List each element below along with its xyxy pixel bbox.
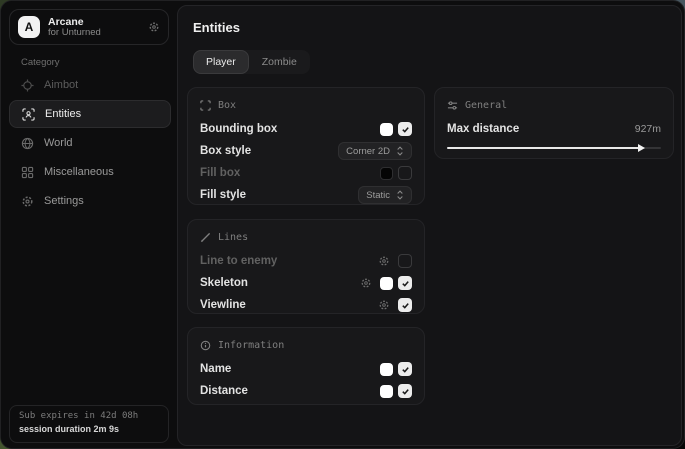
information-section-header: Information xyxy=(200,338,412,352)
sidebar-item-label: World xyxy=(44,137,73,149)
setting-row-box-style: Box style Corner 2D xyxy=(200,140,412,162)
sidebar-item-miscellaneous[interactable]: Miscellaneous xyxy=(9,158,171,186)
tab-zombie[interactable]: Zombie xyxy=(249,50,310,74)
setting-label: Skeleton xyxy=(200,277,360,289)
sidebar: A Arcane for Unturned Category Aimbot xyxy=(1,1,177,448)
sidebar-item-label: Aimbot xyxy=(44,79,78,91)
setting-label: Line to enemy xyxy=(200,255,378,267)
setting-label: Fill style xyxy=(200,189,358,201)
session-duration-text: session duration 2m 9s xyxy=(19,424,159,434)
section-title: Box xyxy=(218,100,236,111)
sidebar-item-settings[interactable]: Settings xyxy=(9,187,171,215)
chevron-up-down-icon xyxy=(396,146,404,156)
pencil-line-icon xyxy=(200,232,211,243)
tab-player[interactable]: Player xyxy=(193,50,249,74)
checkbox-checked[interactable] xyxy=(398,298,412,312)
gear-icon xyxy=(21,195,34,208)
page-title: Entities xyxy=(193,20,240,35)
sidebar-item-label: Miscellaneous xyxy=(44,166,114,178)
setting-label: Distance xyxy=(200,385,380,397)
subscription-card: Sub expires in 42d 08h session duration … xyxy=(9,405,169,443)
setting-label: Bounding box xyxy=(200,123,380,135)
setting-row-fill-box: Fill box xyxy=(200,162,412,184)
info-icon xyxy=(200,340,211,351)
bounding-box-icon xyxy=(200,100,211,111)
setting-row-distance: Distance xyxy=(200,380,412,402)
setting-row-fill-style: Fill style Static xyxy=(200,184,412,206)
dropdown-value: Static xyxy=(366,190,390,201)
checkbox-unchecked[interactable] xyxy=(398,166,412,180)
sidebar-item-aimbot[interactable]: Aimbot xyxy=(9,71,171,99)
sidebar-item-label: Entities xyxy=(45,108,81,120)
setting-label: Fill box xyxy=(200,167,380,179)
color-swatch[interactable] xyxy=(380,123,393,136)
color-swatch[interactable] xyxy=(380,277,393,290)
box-style-dropdown[interactable]: Corner 2D xyxy=(338,142,412,160)
sliders-icon xyxy=(447,100,458,111)
setting-row-bounding-box: Bounding box xyxy=(200,118,412,140)
section-title: Lines xyxy=(218,232,248,243)
general-section-card: General Max distance 927m xyxy=(434,87,674,159)
row-settings-gear-icon[interactable] xyxy=(360,277,372,289)
crosshair-icon xyxy=(21,79,34,92)
max-distance-slider[interactable] xyxy=(447,142,661,154)
max-distance-value: 927m xyxy=(635,123,661,135)
sub-expiry-text: Sub expires in 42d 08h xyxy=(19,411,159,421)
lines-section-card: Lines Line to enemy Skeleton xyxy=(187,219,425,314)
checkbox-checked[interactable] xyxy=(398,362,412,376)
grid-icon xyxy=(21,166,34,179)
row-settings-gear-icon[interactable] xyxy=(378,255,390,267)
checkbox-checked[interactable] xyxy=(398,122,412,136)
main-panel: Entities Player Zombie Box Bounding box xyxy=(177,5,682,446)
brand-card: A Arcane for Unturned xyxy=(9,9,169,45)
category-label: Category xyxy=(21,57,60,68)
setting-row-viewline: Viewline xyxy=(200,294,412,316)
globe-icon xyxy=(21,137,34,150)
brand-logo: A xyxy=(18,16,40,38)
lines-section-header: Lines xyxy=(200,230,412,244)
checkbox-checked[interactable] xyxy=(398,276,412,290)
person-scan-icon xyxy=(22,108,35,121)
chevron-up-down-icon xyxy=(396,190,404,200)
brand-settings-icon[interactable] xyxy=(148,21,160,33)
setting-row-line-to-enemy: Line to enemy xyxy=(200,250,412,272)
sidebar-item-world[interactable]: World xyxy=(9,129,171,157)
setting-row-max-distance: Max distance 927m xyxy=(447,118,661,140)
sidebar-nav: Aimbot Entities World Miscellaneous xyxy=(9,71,171,216)
brand-subtitle: for Unturned xyxy=(48,28,140,39)
dropdown-value: Corner 2D xyxy=(346,146,390,157)
setting-row-name: Name xyxy=(200,358,412,380)
information-section-card: Information Name Distance xyxy=(187,327,425,405)
sidebar-item-entities[interactable]: Entities xyxy=(9,100,171,128)
slider-fill xyxy=(447,147,640,149)
section-title: General xyxy=(465,100,507,111)
setting-label: Name xyxy=(200,363,380,375)
color-swatch[interactable] xyxy=(380,385,393,398)
general-section-header: General xyxy=(447,98,661,112)
slider-thumb-arrow[interactable] xyxy=(638,144,645,152)
entity-tabs: Player Zombie xyxy=(193,50,310,74)
section-title: Information xyxy=(218,340,284,351)
setting-label: Max distance xyxy=(447,123,635,135)
setting-label: Box style xyxy=(200,145,338,157)
setting-label: Viewline xyxy=(200,299,378,311)
checkbox-checked[interactable] xyxy=(398,384,412,398)
box-section-card: Box Bounding box Box style Corner 2D xyxy=(187,87,425,205)
color-swatch[interactable] xyxy=(380,167,393,180)
box-section-header: Box xyxy=(200,98,412,112)
brand-text: Arcane for Unturned xyxy=(48,16,140,39)
sidebar-item-label: Settings xyxy=(44,195,84,207)
setting-row-skeleton: Skeleton xyxy=(200,272,412,294)
row-settings-gear-icon[interactable] xyxy=(378,299,390,311)
color-swatch[interactable] xyxy=(380,363,393,376)
checkbox-unchecked[interactable] xyxy=(398,254,412,268)
brand-name: Arcane xyxy=(48,16,140,28)
fill-style-dropdown[interactable]: Static xyxy=(358,186,412,204)
arcane-menu-window: A Arcane for Unturned Category Aimbot xyxy=(0,0,685,449)
